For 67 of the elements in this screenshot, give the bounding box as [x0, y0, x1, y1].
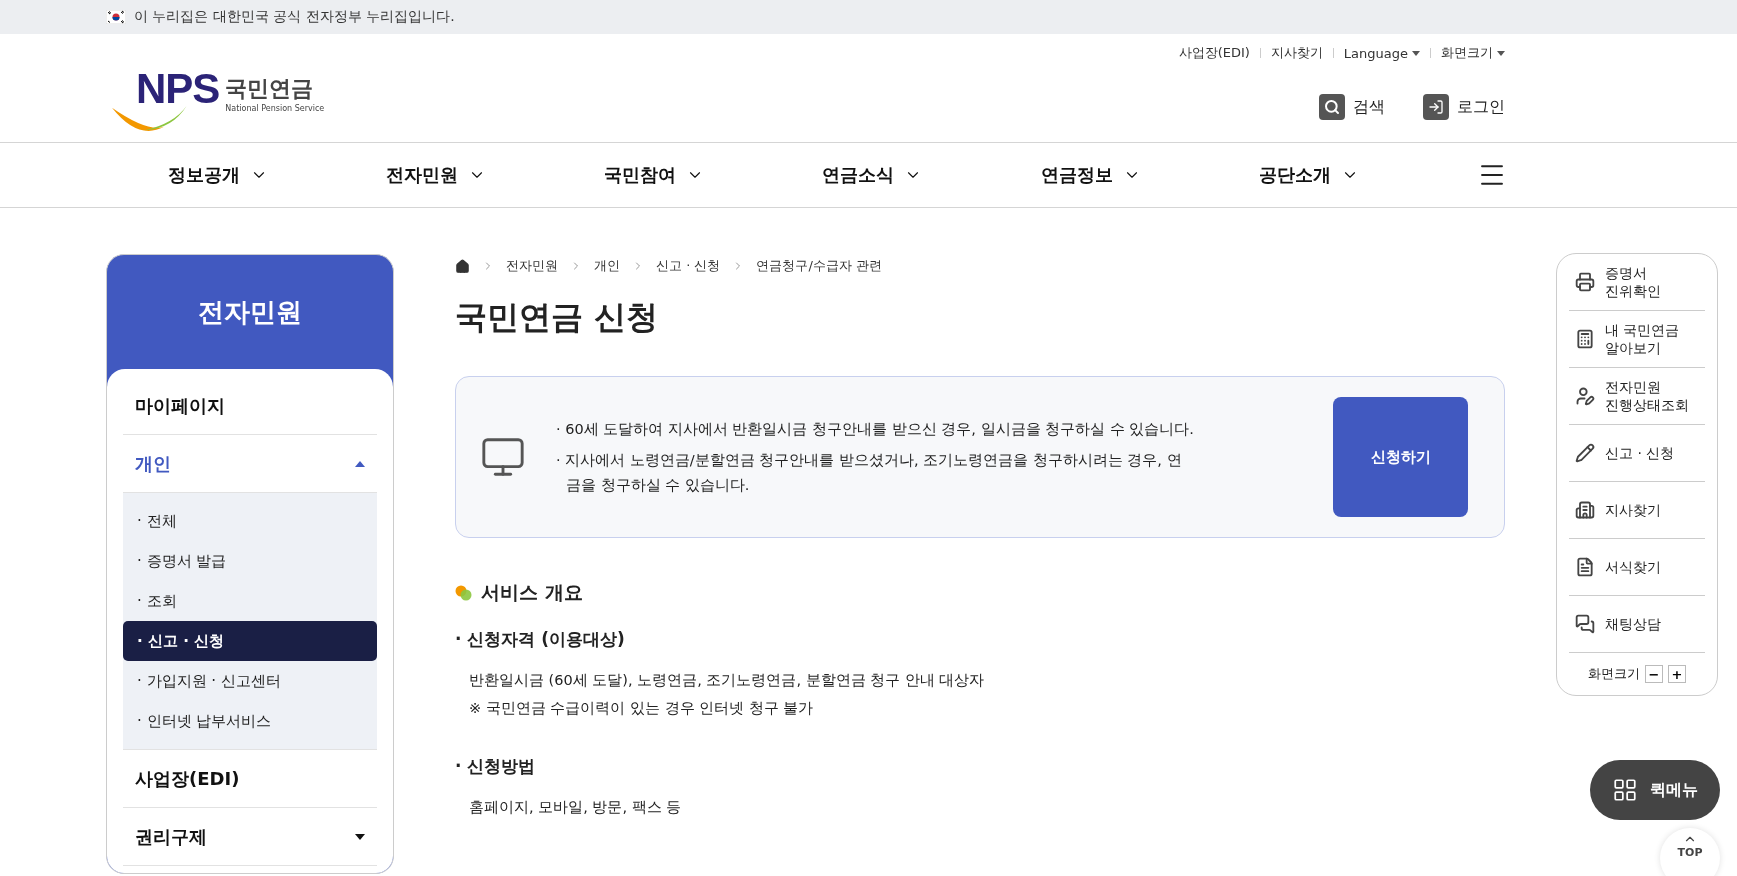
quick-link[interactable]: 신고 · 신청 — [1569, 425, 1705, 482]
gov-banner-text: 이 누리집은 대한민국 공식 전자정부 누리집입니다. — [134, 8, 455, 26]
expand-icon — [355, 833, 365, 840]
sidebar-item[interactable]: 마이페이지 — [123, 377, 377, 435]
calculator-icon — [1575, 329, 1595, 349]
nav-item[interactable]: 전자민원 — [386, 163, 487, 187]
body-text: 반환일시금 (60세 도달), 노령연금, 조기노령연금, 분할연금 청구 안내 대상자 — [469, 671, 986, 690]
printer-icon — [1575, 272, 1595, 292]
home-icon[interactable] — [455, 258, 470, 274]
section-title: 서비스 개요 — [481, 580, 583, 605]
user-edit-icon — [1575, 386, 1595, 406]
utility-link[interactable]: 화면크기 — [1441, 44, 1505, 62]
logo-name: 국민연금 — [225, 74, 315, 103]
nav-item[interactable]: 공단소개 — [1258, 163, 1359, 187]
breadcrumb-link[interactable]: 신고 · 신청 — [656, 257, 721, 275]
nav-item[interactable]: 국민참여 — [604, 163, 705, 187]
nav-item[interactable]: 연금소식 — [822, 163, 923, 187]
logo-mark: NPS — [136, 72, 220, 106]
pencil-icon — [1575, 443, 1595, 463]
search-icon — [1319, 94, 1345, 120]
zoom-out-button[interactable]: − — [1645, 665, 1663, 683]
subsection-title: · 신청자격 (이용대상) — [455, 628, 626, 651]
login-icon — [1423, 94, 1449, 120]
page-title: 국민연금 신청 — [455, 297, 660, 338]
zoom-label: 화면크기 — [1588, 665, 1640, 683]
sidebar-subitem[interactable]: · 전체 — [123, 501, 377, 541]
nav-item[interactable]: 정보공개 — [168, 163, 268, 187]
top-button[interactable]: TOP — [1660, 828, 1720, 876]
logo-subtitle: National Pension Service — [225, 103, 325, 113]
login-button[interactable]: 로그인 — [1423, 94, 1505, 120]
flag-icon — [106, 10, 126, 24]
quick-link[interactable]: 증명서 진위확인 — [1569, 254, 1705, 311]
chat-bubbles-icon — [1575, 614, 1595, 634]
quick-link[interactable]: 내 국민연금 알아보기 — [1569, 311, 1705, 368]
notice-text: · 60세 도달하여 지사에서 반환일시금 청구안내를 받으신 경우, 일시금을 청구하실 수 있습니다. — [556, 419, 1195, 439]
quick-link[interactable]: 지사찾기 — [1569, 482, 1705, 539]
quick-link[interactable]: 채팅상담 — [1569, 596, 1705, 653]
body-text: 홈페이지, 모바일, 방문, 팩스 등 — [469, 798, 683, 817]
sidebar-item[interactable]: 권리구제 — [123, 808, 377, 866]
search-button[interactable]: 검색 — [1319, 94, 1385, 120]
quick-link[interactable]: 전자민원 진행상태조회 — [1569, 368, 1705, 425]
breadcrumb-link[interactable]: 개인 — [594, 257, 620, 275]
breadcrumb-link[interactable]: 전자민원 — [506, 257, 558, 275]
sidebar-item[interactable]: 사업장(EDI) — [123, 750, 377, 808]
utility-link[interactable]: Language — [1343, 45, 1420, 61]
section-dots-icon — [455, 585, 473, 601]
sidebar-subitem[interactable]: · 신고 · 신청 — [123, 621, 377, 661]
collapse-icon — [355, 460, 365, 467]
sidebar-subitem[interactable]: · 인터넷 납부서비스 — [123, 701, 377, 741]
building-icon — [1575, 500, 1595, 520]
utility-link[interactable]: 지사찾기 — [1270, 44, 1323, 62]
nav-item[interactable]: 연금정보 — [1040, 163, 1141, 187]
grid-icon — [1612, 777, 1638, 803]
sidebar-subitem[interactable]: · 증명서 발급 — [123, 541, 377, 581]
sidebar-subitem[interactable]: · 가입지원 · 신고센터 — [123, 661, 377, 701]
quick-menu-button[interactable]: 퀵메뉴 — [1590, 760, 1720, 820]
sidebar-subitem[interactable]: · 조회 — [123, 581, 377, 621]
breadcrumb-link[interactable]: 연금청구/수급자 관련 — [756, 257, 882, 275]
zoom-in-button[interactable]: + — [1668, 665, 1686, 683]
subsection-title: · 신청방법 — [455, 755, 537, 778]
apply-button[interactable]: 신청하기 — [1333, 397, 1468, 517]
utility-link[interactable]: 사업장(EDI) — [1178, 44, 1250, 62]
quick-link[interactable]: 서식찾기 — [1569, 539, 1705, 596]
document-icon — [1575, 557, 1595, 577]
body-text: ※ 국민연금 수급이력이 있는 경우 인터넷 청구 불가 — [469, 699, 815, 718]
sidebar-title: 전자민원 — [197, 295, 303, 329]
notice-text: · 지사에서 노령연금/분할연금 청구안내를 받으셨거나, 조기노령연금을 청구하시려는 경우, 연금을 청구하실 수 있습니다. — [556, 450, 1183, 495]
